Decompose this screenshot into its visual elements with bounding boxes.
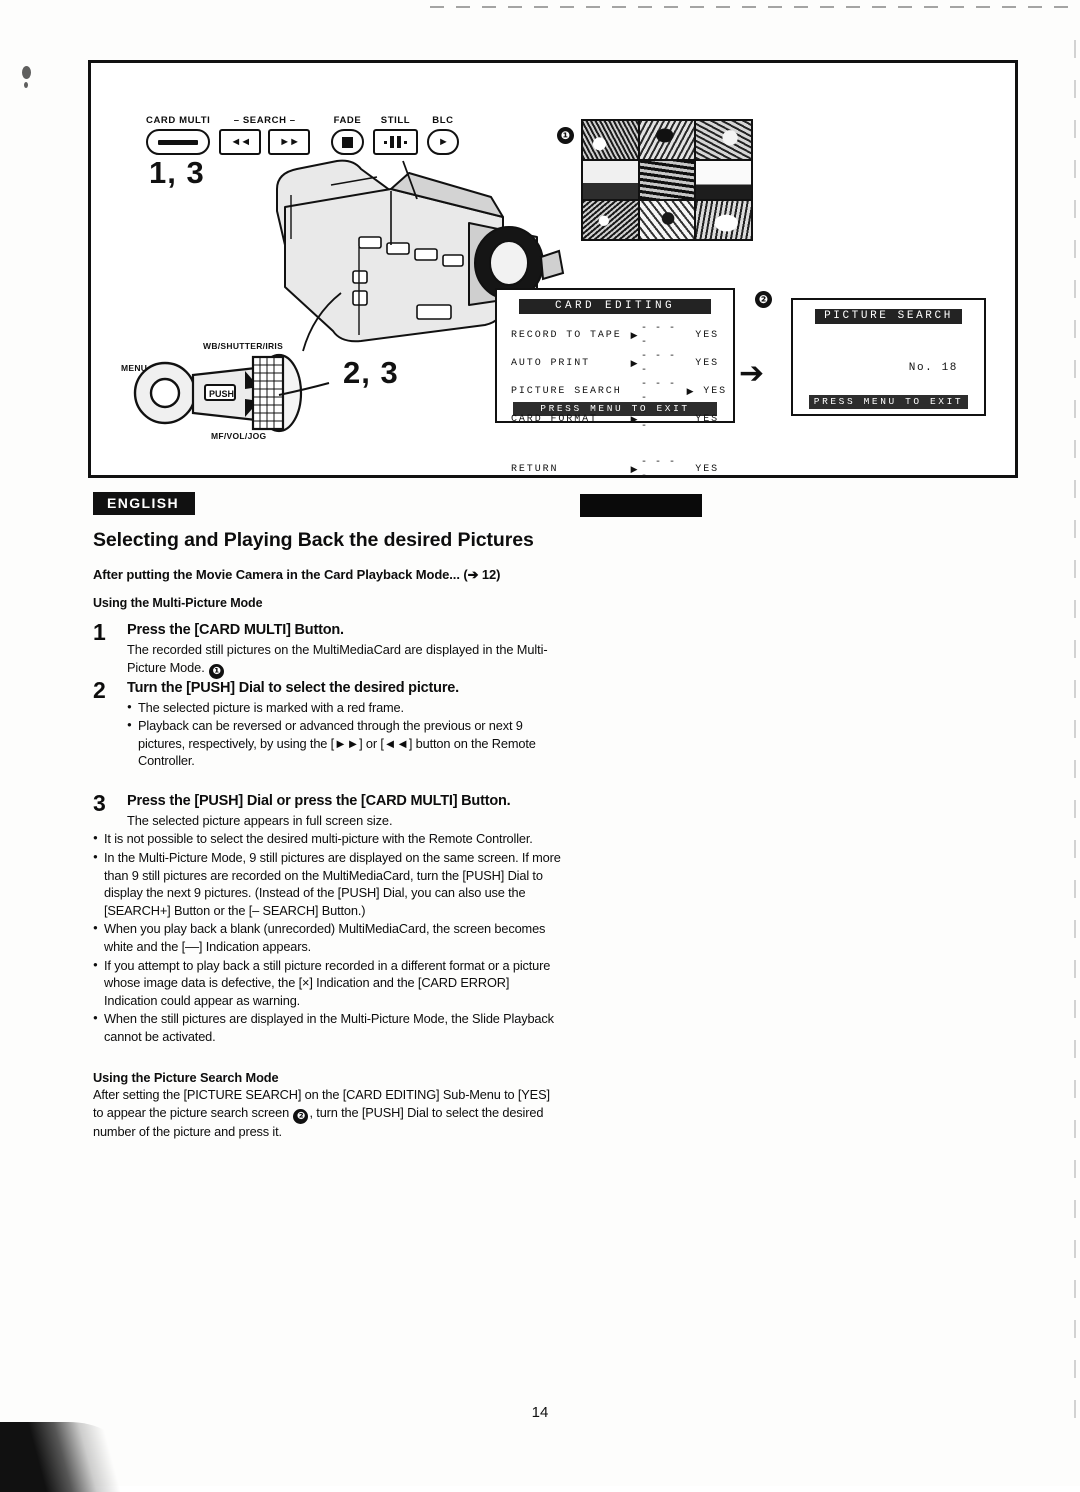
osd-item-label: AUTO PRINT xyxy=(511,358,591,369)
step-3: 3 Press the [PUSH] Dial or press the [CA… xyxy=(93,792,563,830)
thumbnail-cell xyxy=(639,161,695,199)
card-multi-button-unit: CARD MULTI xyxy=(146,115,211,155)
callout-steps-1-3: 1, 3 xyxy=(149,155,205,190)
osd-card-editing-footer: PRESS MENU TO EXIT xyxy=(513,402,717,416)
osd-value: YES xyxy=(695,464,719,475)
step-2-number: 2 xyxy=(93,676,106,703)
thumbnail-cell xyxy=(696,161,751,199)
thumbnail-cell xyxy=(696,121,751,159)
list-item: If you attempt to play back a still pict… xyxy=(93,956,563,1010)
step-3-description: The selected picture appears in full scr… xyxy=(127,812,393,828)
scan-speck-artifact xyxy=(22,66,31,79)
osd-selected-cursor-icon: ▶ xyxy=(686,387,696,397)
osd-value: YES xyxy=(695,358,719,369)
step-1: 1 Press the [CARD MULTI] Button. The rec… xyxy=(93,619,563,679)
scan-shadow-artifact xyxy=(0,1422,120,1492)
thumbnail-cell xyxy=(639,201,695,239)
step-1-heading: Press the [CARD MULTI] Button. xyxy=(127,622,344,638)
step-3-heading: Press the [PUSH] Dial or press the [CARD… xyxy=(127,792,511,809)
svg-text:PUSH: PUSH xyxy=(209,389,234,399)
list-item: In the Multi-Picture Mode, 9 still pictu… xyxy=(93,848,563,919)
osd-card-editing-screen: CARD EDITING RECORD TO TAPE ▶ - - - - YE… xyxy=(495,288,735,482)
blc-button-label: BLC xyxy=(432,115,454,126)
step-2: 2 Turn the [PUSH] Dial to select the des… xyxy=(93,676,563,770)
thumbnail-cell xyxy=(696,201,751,239)
osd-card-editing-title: CARD EDITING xyxy=(519,299,711,314)
menu-dial-label-wb: WB/SHUTTER/IRIS xyxy=(203,341,284,351)
marker-inline-multi-picture: ❶ xyxy=(209,663,225,679)
step-2-bullet-list: The selected picture is marked with a re… xyxy=(127,698,563,770)
osd-value: YES xyxy=(703,386,727,397)
osd-picture-number: No. 18 xyxy=(908,362,958,374)
list-item: Playback can be reversed or advanced thr… xyxy=(127,716,563,770)
osd-picture-search-title: PICTURE SEARCH xyxy=(815,309,962,324)
list-item: When you play back a blank (unrecorded) … xyxy=(93,919,563,955)
illustration-frame: CARD MULTI – SEARCH – ◄◄ ►► FADE STILL B… xyxy=(88,60,1018,482)
fade-button-label: FADE xyxy=(333,115,362,126)
osd-value: YES xyxy=(695,330,719,341)
dash-button-icon xyxy=(158,139,199,145)
picture-search-subheading: Using the Picture Search Mode xyxy=(93,1069,279,1085)
step-1-number: 1 xyxy=(93,619,106,645)
still-button-label: STILL xyxy=(380,115,411,126)
thumbnail-cell xyxy=(639,121,695,159)
multi-picture-screen xyxy=(581,119,753,241)
osd-dashes: - - - - xyxy=(641,323,677,348)
step-1-description: The recorded still pictures on the Multi… xyxy=(127,641,563,679)
osd-cursor-icon: ▶ xyxy=(630,331,640,341)
osd-picture-search-footer: PRESS MENU TO EXIT xyxy=(809,395,968,409)
osd-dashes: - - - - xyxy=(641,457,677,482)
scan-edge-artifact-top xyxy=(430,6,1070,8)
osd-item-label: PICTURE SEARCH xyxy=(511,386,622,397)
card-multi-button-label: CARD MULTI xyxy=(146,115,211,126)
osd-item-label: RECORD TO TAPE xyxy=(511,330,622,341)
osd-cursor-icon: ▶ xyxy=(630,359,640,369)
osd-picture-search-screen: PICTURE SEARCH No. 18 PRESS MENU TO EXIT xyxy=(791,298,986,416)
menu-dial-label-menu: MENU xyxy=(121,363,148,373)
search-group-label: – SEARCH – xyxy=(233,115,296,126)
menu-dial-label-mf: MF/VOL/JOG xyxy=(211,431,267,441)
osd-row: AUTO PRINT ▶ - - - - YES xyxy=(497,350,733,378)
callout-steps-2-3: 2, 3 xyxy=(343,355,399,390)
page-number: 14 xyxy=(531,1404,549,1421)
thumbnail-cell xyxy=(583,201,638,239)
scan-speck-artifact xyxy=(24,82,28,88)
osd-cursor-icon: ▶ xyxy=(630,465,640,475)
scan-edge-artifact-right xyxy=(1074,40,1076,1420)
step-1-description-text: The recorded still pictures on the Multi… xyxy=(127,642,548,675)
list-item: When the still pictures are displayed in… xyxy=(93,1009,563,1045)
menu-dial-illustration: PUSH MENU WB/SHUTTER/IRIS MF/VOL/JOG xyxy=(113,331,393,456)
list-item: It is not possible to select the desired… xyxy=(93,829,563,848)
language-tag: ENGLISH xyxy=(93,492,196,515)
step-2-heading: Turn the [PUSH] Dial to select the desir… xyxy=(127,679,459,696)
flow-arrow-icon: ➔ xyxy=(739,357,765,390)
thumbnail-cell xyxy=(583,161,638,199)
list-item: The selected picture is marked with a re… xyxy=(127,698,563,717)
article-content: ENGLISH Selecting and Playing Back the d… xyxy=(93,492,563,1141)
step-3-number: 3 xyxy=(93,789,106,816)
lead-paragraph: After putting the Movie Camera in the Ca… xyxy=(93,567,501,582)
marker-multi-picture: ❶ xyxy=(557,127,574,144)
card-multi-button[interactable] xyxy=(146,129,211,155)
osd-row: RECORD TO TAPE ▶ - - - - YES xyxy=(497,322,733,350)
page-title: Selecting and Playing Back the desired P… xyxy=(93,529,534,551)
osd-row-return: RETURN ▶ - - - - YES xyxy=(497,456,733,484)
osd-item-label: RETURN xyxy=(511,464,559,475)
marker-inline-picture-search: ❷ xyxy=(293,1109,309,1124)
redaction-bar xyxy=(580,494,702,517)
osd-dashes: - - - - xyxy=(641,351,677,376)
notes-list: It is not possible to select the desired… xyxy=(93,829,563,1045)
thumbnail-cell xyxy=(583,121,638,159)
marker-picture-search: ❷ xyxy=(755,291,772,308)
picture-search-paragraph: After setting the [PICTURE SEARCH] on th… xyxy=(93,1086,563,1142)
section-subheading: Using the Multi-Picture Mode xyxy=(93,596,263,610)
